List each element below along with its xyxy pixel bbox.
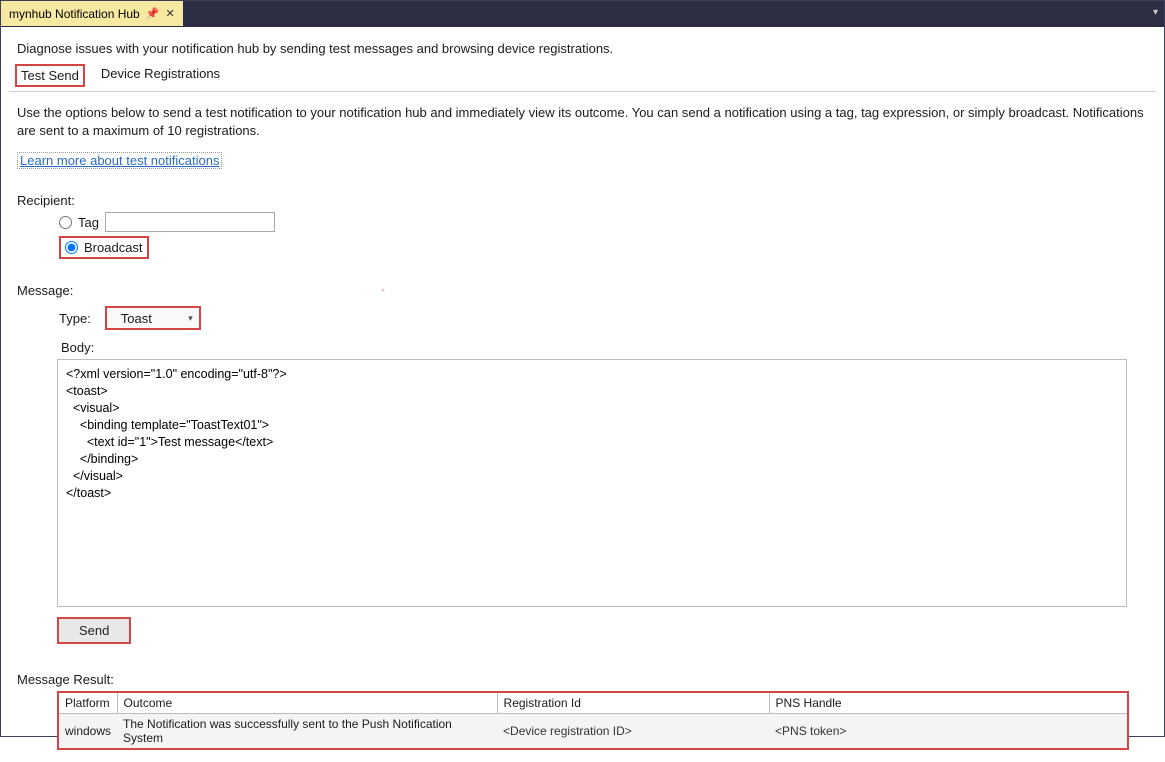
page-tagline: Diagnose issues with your notification h… — [17, 41, 1148, 56]
chevron-down-icon: ▾ — [188, 313, 193, 324]
document-tab[interactable]: mynhub Notification Hub 📌 ✕ — [1, 1, 183, 26]
cell-platform: windows — [59, 714, 117, 749]
col-platform[interactable]: Platform — [59, 693, 117, 714]
send-button[interactable]: Send — [57, 617, 131, 644]
tab-device-registrations-label: Device Registrations — [101, 66, 220, 81]
recipient-block: Tag Broadcast — [59, 212, 1156, 261]
col-outcome[interactable]: Outcome — [117, 693, 497, 714]
result-table: Platform Outcome Registration Id PNS Han… — [59, 693, 1127, 748]
document-tab-title: mynhub Notification Hub — [9, 7, 140, 21]
cell-outcome: The Notification was successfully sent t… — [117, 714, 497, 749]
subtab-bar: Test Send Device Registrations — [9, 62, 1156, 92]
col-pns-handle[interactable]: PNS Handle — [769, 693, 1127, 714]
divider-mark: - — [381, 285, 384, 296]
message-label: Message: — [17, 283, 73, 298]
recipient-tag-label: Tag — [78, 215, 99, 230]
recipient-tag-row: Tag — [59, 212, 1156, 232]
message-body-textarea[interactable] — [57, 359, 1127, 607]
recipient-broadcast-row: Broadcast — [59, 236, 149, 259]
message-type-value: Toast — [121, 311, 152, 326]
recipient-broadcast-radio[interactable] — [65, 241, 78, 254]
result-table-wrap: Platform Outcome Registration Id PNS Han… — [57, 691, 1129, 750]
window-menu-icon[interactable]: ▾ — [1153, 7, 1158, 18]
content-area: Diagnose issues with your notification h… — [1, 27, 1164, 762]
learn-more-link[interactable]: Learn more about test notifications — [17, 152, 222, 169]
message-block: Message: - Type: Toast ▾ Body: Send — [9, 283, 1156, 644]
titlebar: mynhub Notification Hub 📌 ✕ ▾ — [1, 1, 1164, 27]
recipient-label: Recipient: — [17, 193, 1148, 208]
cell-pns-handle: <PNS token> — [769, 714, 1127, 749]
message-body-label: Body: — [61, 340, 1156, 355]
close-icon[interactable]: ✕ — [165, 7, 174, 20]
recipient-broadcast-label: Broadcast — [84, 240, 143, 255]
intro-text: Use the options below to send a test not… — [17, 104, 1148, 140]
col-registration-id[interactable]: Registration Id — [497, 693, 769, 714]
recipient-tag-radio[interactable] — [59, 216, 72, 229]
message-type-select[interactable]: Toast ▾ — [105, 306, 201, 330]
tab-device-registrations[interactable]: Device Registrations — [97, 64, 224, 87]
message-type-label: Type: — [59, 311, 91, 326]
tab-test-send[interactable]: Test Send — [15, 64, 85, 87]
table-row[interactable]: windows The Notification was successfull… — [59, 714, 1127, 749]
tab-test-send-label: Test Send — [21, 68, 79, 83]
cell-registration-id: <Device registration ID> — [497, 714, 769, 749]
send-button-label: Send — [79, 623, 109, 638]
result-header-row: Platform Outcome Registration Id PNS Han… — [59, 693, 1127, 714]
pin-icon[interactable]: 📌 — [146, 7, 160, 20]
message-result-label: Message Result: — [17, 672, 1148, 687]
recipient-tag-input[interactable] — [105, 212, 275, 232]
